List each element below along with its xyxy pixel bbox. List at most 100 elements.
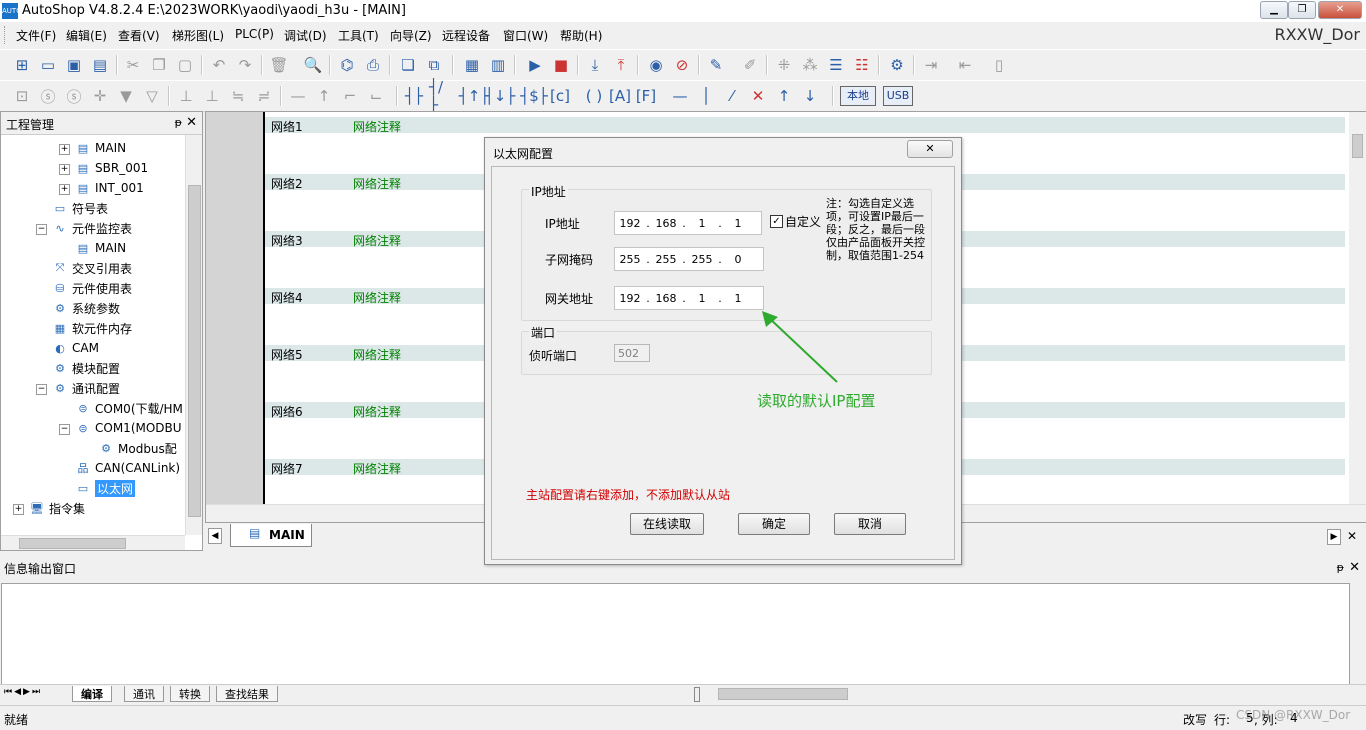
tree-item-modbus-config[interactable]: ⚙ Modbus配 [98,438,177,458]
tree-item-sbr[interactable]: ▤ SBR_001 [75,158,148,178]
contact-nc-icon[interactable]: ⊥ [201,85,223,107]
tree-item-int[interactable]: ▤ INT_001 [75,178,144,198]
print-icon[interactable]: ⎙ [362,54,384,76]
paste-icon[interactable]: ▢ [174,54,196,76]
expand-icon[interactable]: + [59,184,70,195]
expand-icon[interactable]: + [59,144,70,155]
ip-octet[interactable]: 192 [615,217,645,230]
subnet-octet[interactable]: 255 [687,253,717,266]
menu-plc[interactable]: PLC(P) [235,27,274,41]
ip-octet[interactable]: 1 [723,217,753,230]
open-folder-icon[interactable]: ▭ [37,54,59,76]
pin-icon[interactable]: ᵽ [1337,561,1344,574]
subnet-octet[interactable]: 255 [615,253,645,266]
delete-hline-icon[interactable]: ⁄ [721,85,743,107]
expand-icon[interactable]: + [13,504,24,515]
scrollbar-thumb[interactable] [718,688,848,700]
tree-item-symbol-table[interactable]: ▭ 符号表 [52,198,108,218]
annotate-icon[interactable]: ✐ [739,54,761,76]
tab-close-icon[interactable]: ✕ [1345,529,1359,543]
coil-icon[interactable]: ( ) [583,85,605,107]
tree-item-monitor-table[interactable]: ∿ 元件监控表 [52,218,132,238]
network-row[interactable]: 网络1 网络注释 [265,117,1345,134]
tree-item-module-config[interactable]: ⚙ 模块配置 [52,358,120,378]
save-all-icon[interactable]: ▤ [89,54,111,76]
editor-vscroll[interactable] [1349,112,1366,504]
menu-view[interactable]: 查看(V) [118,27,160,44]
ip-address-input[interactable]: 192. 168. 1. 1 [614,211,762,235]
listen-port-input[interactable]: 502 [614,344,650,362]
compile-all-icon[interactable]: ▥ [487,54,509,76]
tree-item-com0[interactable]: ⊜ COM0(下载/HM [75,398,183,418]
usb-connection-button[interactable]: USB [883,86,913,106]
compile-icon[interactable]: ▦ [461,54,483,76]
arrow-down-filled-icon[interactable]: ▼ [115,85,137,107]
horizontal-line-icon[interactable]: — [669,85,691,107]
contact-n-icon[interactable]: ≓ [253,85,275,107]
menu-help[interactable]: 帮助(H) [560,27,602,44]
tab-scroll-left-icon[interactable]: ◀ [208,528,222,544]
branch-icon[interactable]: ⌐ [339,85,361,107]
normally-closed-icon[interactable]: ┤/├ [429,78,451,114]
subnet-octet[interactable]: 255 [651,253,681,266]
delete-icon[interactable]: 🗑 [268,54,290,76]
menu-wizard[interactable]: 向导(Z) [390,27,432,44]
tree-item-cam[interactable]: ◐ CAM [52,338,99,358]
scrollbar-thumb[interactable] [19,538,126,549]
test-icon[interactable]: ⚙ [886,54,908,76]
window-tile-icon[interactable]: ❏ [397,54,419,76]
function-icon[interactable]: [F] [635,85,657,107]
online-read-button[interactable]: 在线读取 [630,513,704,535]
tree-item-monitor-main[interactable]: ▤ MAIN [75,238,126,258]
output-hscroll[interactable] [704,686,1352,701]
monitor-view-icon[interactable]: ⌬ [336,54,358,76]
expand-icon[interactable]: + [59,164,70,175]
tree-item-instruction-set[interactable]: 🖥 指令集 [29,498,85,518]
local-connection-button[interactable]: 本地 [840,86,876,106]
tree-item-system-params[interactable]: ⚙ 系统参数 [52,298,120,318]
copy-icon[interactable]: ❐ [148,54,170,76]
collapse-icon[interactable]: − [59,424,70,435]
delete-vline-icon[interactable]: ✕ [747,85,769,107]
tree-item-main[interactable]: ▤ MAIN [75,138,126,158]
contact-p-icon[interactable]: ≒ [227,85,249,107]
ip-octet[interactable]: 1 [687,217,717,230]
monitor-icon[interactable]: ◉ [645,54,667,76]
close-button[interactable]: ✕ [1318,1,1362,19]
gateway-octet[interactable]: 1 [723,292,753,305]
output-tab-comm[interactable]: 通讯 [124,686,164,702]
upload-icon[interactable]: ⤒ [610,54,632,76]
output-tab-compile[interactable]: 编译 [72,686,112,702]
edit-mode-icon[interactable]: ✎ [705,54,727,76]
pin-icon[interactable]: ᵽ [175,116,182,129]
output-tab-find-results[interactable]: 查找结果 [216,686,278,702]
menu-window[interactable]: 窗口(W) [503,27,548,44]
coil-bracket-icon[interactable]: [c] [549,85,571,107]
output-tab-nav-icon[interactable]: ⏮◀▶⏭ [4,687,42,697]
script-mode-icon[interactable]: ⓢ [63,85,85,107]
custom-checkbox[interactable]: ✓ [770,215,783,228]
rising-edge-icon[interactable]: ┤↑├ [459,85,490,107]
invert-icon[interactable]: ┤$├ [520,85,548,107]
output-tab-convert[interactable]: 转换 [170,686,210,702]
delete-row-icon[interactable]: ☷ [851,54,873,76]
ladder-mode-icon[interactable]: ⊡ [11,85,33,107]
project-tree-vscroll[interactable] [185,135,202,535]
tree-item-usage-table[interactable]: ⛁ 元件使用表 [52,278,132,298]
tree-item-ethernet[interactable]: ▭ 以太网 [75,478,136,498]
download-icon[interactable]: ⤓ [584,54,606,76]
vertical-line-icon[interactable]: │ [695,85,717,107]
run-icon[interactable]: ▶ [524,54,546,76]
logout-icon[interactable]: ⇤ [954,54,976,76]
panel-icon[interactable]: ▯ [988,54,1010,76]
tab-main[interactable]: ▤ MAIN [230,524,312,547]
grid-icon[interactable]: ⁜ [773,54,795,76]
insert-row-icon[interactable]: ☰ [825,54,847,76]
panel-close-icon[interactable]: ✕ [186,115,197,130]
menu-edit[interactable]: 编辑(E) [66,27,107,44]
subnet-octet[interactable]: 0 [723,253,753,266]
collapse-icon[interactable]: − [36,384,47,395]
dialog-close-button[interactable]: ✕ [907,140,953,158]
splitter-handle[interactable] [694,687,700,702]
contact-no-icon[interactable]: ⊥ [175,85,197,107]
